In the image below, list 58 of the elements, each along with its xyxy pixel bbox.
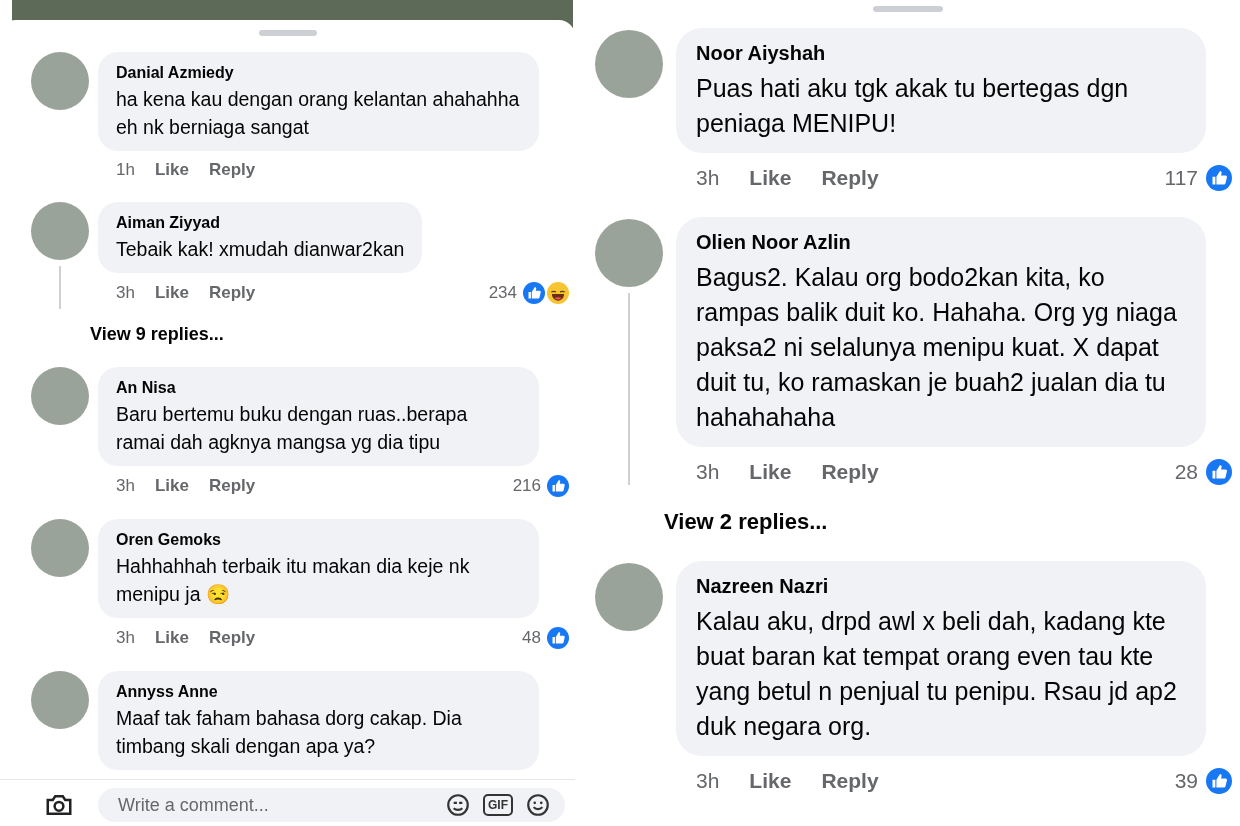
comment-text: Kalau aku, drpd awl x beli dah, kadang kte buat baran kat tempat orang even tau kte yang betul n penjual tu penipu. Rsau jd ap2 duk negara org.: [696, 606, 1178, 742]
reply-link[interactable]: Reply: [208, 283, 256, 303]
comment-time: 3h: [696, 166, 720, 190]
avatar[interactable]: [31, 202, 89, 260]
reaction-count[interactable]: 28: [1174, 460, 1198, 484]
view-replies-link[interactable]: View 9 replies...: [90, 324, 224, 345]
like-link[interactable]: Like: [749, 166, 792, 190]
thumbs-up-icon: [1206, 459, 1232, 485]
commenter-name[interactable]: Oren Gemoks: [116, 531, 521, 549]
comment-time: 3h: [696, 460, 720, 484]
thumbs-up-icon: [1206, 768, 1232, 794]
commenter-name[interactable]: Nazreen Nazri: [696, 575, 1186, 598]
comment-text: Bagus2. Kalau org bodo2kan kita, ko rampas balik duit ko. Hahaha. Org yg niaga paksa2 ni selalunya menipu kuat. X dapat duit tu, ko ramaskan je buah2 jualan dia tu hahahahaha: [696, 262, 1178, 433]
reply-link[interactable]: Reply: [821, 166, 879, 190]
reaction-count[interactable]: 39: [1174, 769, 1198, 793]
comment-text: Puas hati aku tgk akak tu bertegas dgn peniaga MENIPU!: [696, 73, 1130, 139]
commenter-name[interactable]: Noor Aiyshah: [696, 42, 1186, 65]
reply-link[interactable]: Reply: [208, 160, 256, 180]
thumbs-up-icon: [547, 475, 569, 497]
reply-link[interactable]: Reply: [208, 628, 256, 648]
drag-handle[interactable]: [872, 6, 943, 12]
view-replies-link[interactable]: View 2 replies...: [664, 509, 828, 535]
reaction-count[interactable]: 216: [512, 476, 541, 496]
reaction-count[interactable]: 234: [488, 283, 517, 303]
reaction-count[interactable]: 48: [522, 628, 541, 648]
like-link[interactable]: Like: [154, 160, 189, 180]
comment-text: Hahhahhah terbaik itu makan dia keje nk menipu ja 😒: [116, 554, 471, 607]
like-link[interactable]: Like: [749, 769, 792, 793]
comment-time: 3h: [116, 283, 135, 303]
emoji-icon[interactable]: [525, 792, 551, 818]
drag-handle[interactable]: [258, 30, 317, 36]
comment-input-field[interactable]: Write a comment... GIF: [98, 788, 565, 822]
comment-text: Baru bertemu buku dengan ruas..berapa ramai dah agknya mangsa yg dia tipu: [116, 402, 469, 455]
commenter-name[interactable]: Olien Noor Azlin: [696, 231, 1186, 254]
commenter-name[interactable]: Annyss Anne: [116, 683, 521, 701]
comment-time: 1h: [116, 160, 135, 180]
comment-time: 3h: [116, 628, 135, 648]
commenter-name[interactable]: An Nisa: [116, 379, 521, 397]
comment-text: Maaf tak faham bahasa dorg cakap. Dia timbang skali dengan apa ya?: [116, 706, 463, 759]
gif-button[interactable]: GIF: [483, 794, 513, 816]
reply-link[interactable]: Reply: [208, 476, 256, 496]
like-link[interactable]: Like: [154, 476, 189, 496]
comment-text: Tebaik kak! xmudah dianwar2kan: [116, 237, 405, 262]
laughing-emoji-icon: [547, 282, 569, 304]
reaction-count[interactable]: 117: [1164, 166, 1198, 190]
like-link[interactable]: Like: [154, 283, 189, 303]
reply-link[interactable]: Reply: [821, 460, 879, 484]
comment-time: 3h: [116, 476, 135, 496]
thumbs-up-icon: [1206, 165, 1232, 191]
reply-link[interactable]: Reply: [821, 769, 879, 793]
like-link[interactable]: Like: [749, 460, 792, 484]
like-link[interactable]: Like: [154, 628, 189, 648]
thumbs-up-icon: [547, 627, 569, 649]
commenter-name[interactable]: Danial Azmiedy: [116, 64, 521, 82]
comment-text: ha kena kau dengan orang kelantan ahahahha eh nk berniaga sangat: [116, 87, 521, 140]
comment-time: 3h: [696, 769, 720, 793]
commenter-name[interactable]: Aiman Ziyyad: [116, 214, 405, 232]
thumbs-up-icon: [523, 282, 545, 304]
